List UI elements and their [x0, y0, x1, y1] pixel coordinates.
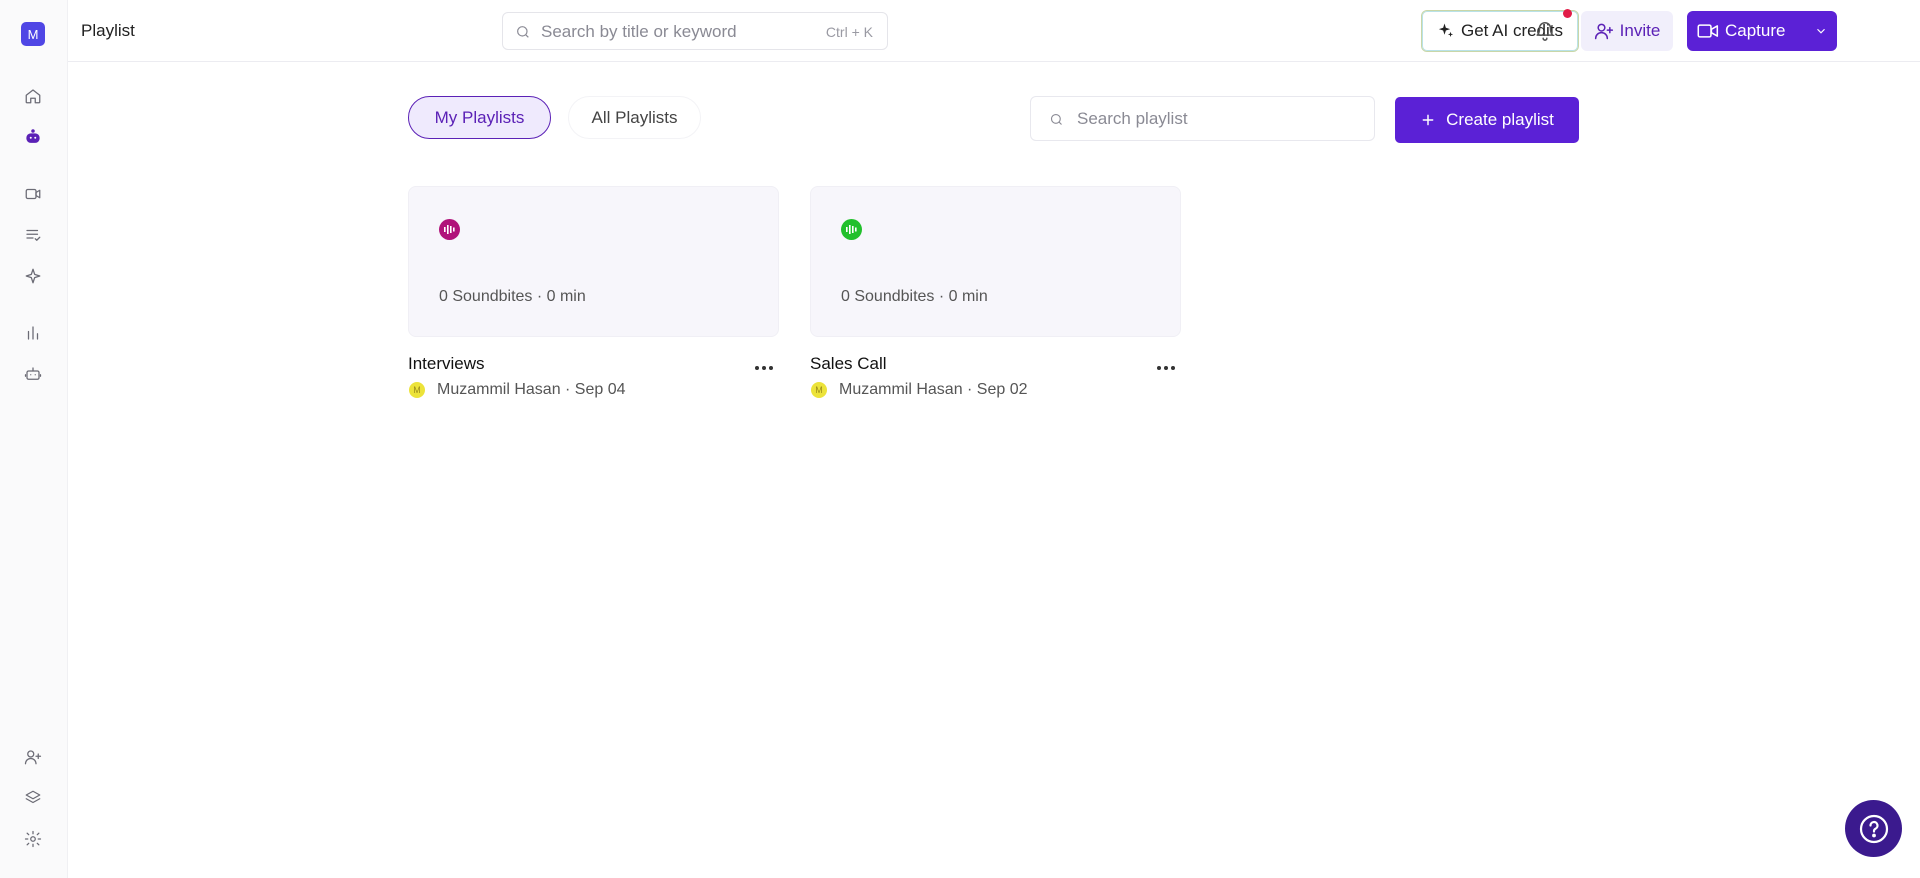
owner-avatar: M [811, 382, 827, 398]
capture-main[interactable]: Capture [1687, 11, 1805, 51]
tab-my-playlists[interactable]: My Playlists [408, 96, 551, 139]
global-search-input[interactable] [541, 21, 801, 43]
soundbite-badge-icon [439, 219, 460, 240]
workspace-avatar[interactable]: M [21, 22, 45, 46]
playlist-search[interactable] [1030, 96, 1375, 141]
playlist-owner: Muzammil Hasan · Sep 02 [839, 381, 1028, 398]
playlist-meta: 0 Soundbites · 0 min [841, 288, 988, 305]
search-shortcut: Ctrl + K [825, 24, 873, 40]
add-user-icon [1594, 23, 1613, 40]
playlist-owner-row: M Muzammil Hasan · Sep 02 [811, 381, 1028, 399]
chevron-down-icon [1817, 28, 1825, 34]
add-user-icon[interactable] [22, 746, 44, 768]
create-playlist-button[interactable]: Create playlist [1395, 97, 1579, 143]
playlist-owner-row: M Muzammil Hasan · Sep 04 [409, 381, 626, 399]
playlist-search-input[interactable] [1077, 108, 1357, 130]
create-playlist-label: Create playlist [1446, 110, 1554, 129]
tab-all-playlists[interactable]: All Playlists [568, 96, 701, 139]
question-icon [1859, 814, 1888, 843]
owner-avatar: M [409, 382, 425, 398]
sidebar: M [0, 0, 68, 878]
playlist-title[interactable]: Sales Call [810, 354, 887, 374]
analytics-icon[interactable] [22, 322, 44, 344]
playlist-card-sales-call[interactable]: 0 Soundbites · 0 min [810, 186, 1181, 337]
page-title: Playlist [81, 21, 135, 40]
more-options-icon[interactable] [751, 356, 777, 380]
sparkle-icon[interactable] [22, 265, 44, 287]
playlist-icon[interactable] [22, 224, 44, 246]
more-options-icon[interactable] [1153, 356, 1179, 380]
playlist-owner: Muzammil Hasan · Sep 04 [437, 381, 626, 398]
invite-label: Invite [1619, 21, 1661, 40]
search-icon [1050, 113, 1062, 125]
plus-icon [1422, 114, 1434, 126]
settings-icon[interactable] [22, 828, 44, 850]
playlist-meta: 0 Soundbites · 0 min [439, 288, 586, 305]
notification-dot [1563, 9, 1572, 18]
capture-dropdown[interactable] [1805, 11, 1837, 51]
layers-icon[interactable] [22, 787, 44, 809]
sparkle-icon [1438, 23, 1454, 37]
search-icon [517, 26, 529, 38]
video-icon[interactable] [22, 183, 44, 205]
capture-button[interactable]: Capture [1687, 11, 1837, 51]
global-search[interactable]: Ctrl + K [502, 12, 888, 50]
capture-label: Capture [1725, 21, 1786, 40]
playlist-card-interviews[interactable]: 0 Soundbites · 0 min [408, 186, 779, 337]
invite-button[interactable]: Invite [1581, 11, 1673, 51]
playlist-title[interactable]: Interviews [408, 354, 485, 374]
assistant-icon[interactable] [22, 126, 44, 148]
soundbite-badge-icon [841, 219, 862, 240]
notification-bell-icon[interactable] [1530, 16, 1560, 46]
home-icon[interactable] [22, 85, 44, 107]
bot-icon[interactable] [22, 363, 44, 385]
help-button[interactable] [1845, 800, 1902, 857]
camera-icon [1697, 24, 1719, 38]
